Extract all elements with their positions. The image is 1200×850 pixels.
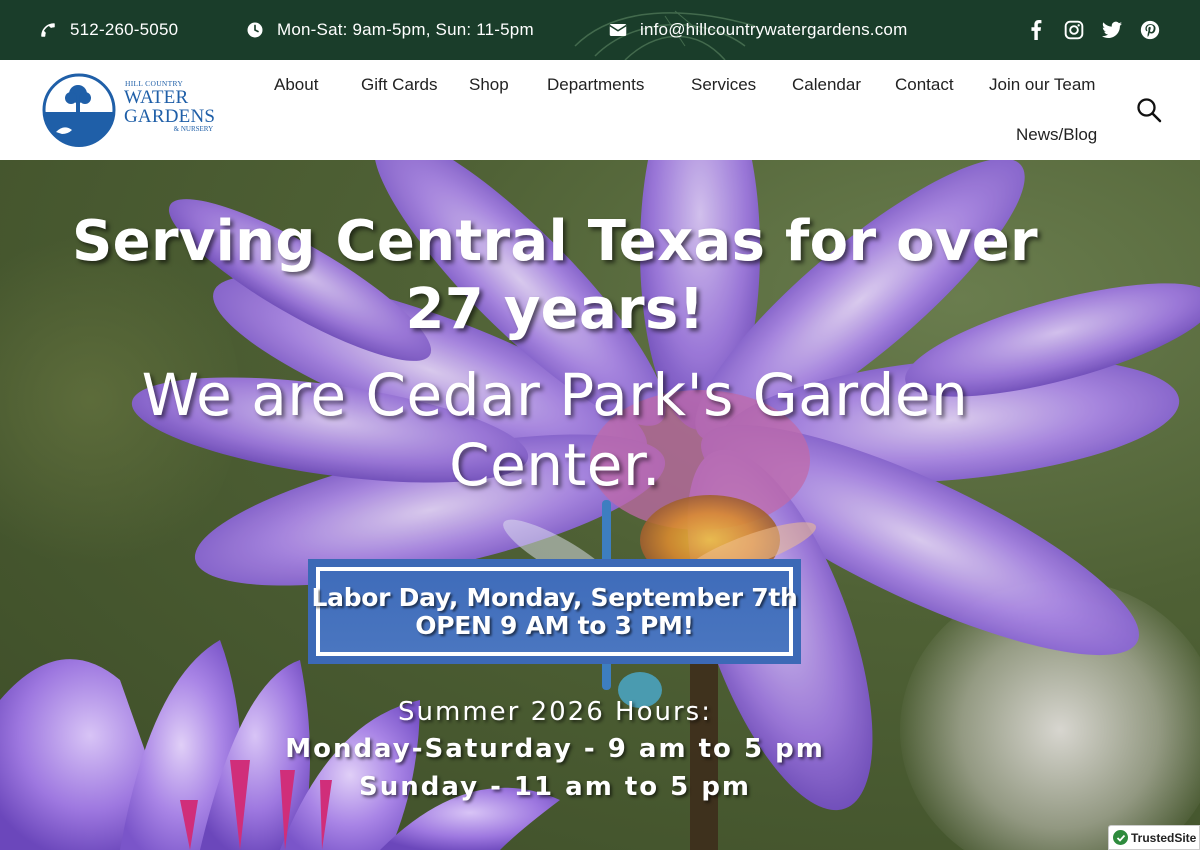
envelope-icon bbox=[608, 20, 628, 40]
top-contact-bar: 512-260-5050 Mon-Sat: 9am-5pm, Sun: 11-5… bbox=[0, 0, 1200, 60]
phone-link[interactable]: 512-260-5050 bbox=[38, 0, 178, 60]
site-header: HILL COUNTRY WATER GARDENS & NURSERY Abo… bbox=[0, 60, 1200, 160]
instagram-icon[interactable] bbox=[1064, 20, 1084, 40]
hero-section: Serving Central Texas for over 27 years!… bbox=[0, 160, 1200, 850]
holiday-hours-banner-frame: Labor Day, Monday, September 7th OPEN 9 … bbox=[312, 567, 798, 656]
social-links bbox=[1026, 0, 1160, 60]
nav-item-departments[interactable]: Departments bbox=[547, 75, 644, 95]
clock-icon bbox=[245, 20, 265, 40]
main-nav: About Gift Cards Shop Departments Servic… bbox=[0, 60, 1200, 160]
phone-icon bbox=[38, 20, 58, 40]
store-hours: Mon-Sat: 9am-5pm, Sun: 11-5pm bbox=[245, 0, 534, 60]
facebook-icon[interactable] bbox=[1026, 20, 1046, 40]
trusted-site-label: TrustedSite bbox=[1131, 830, 1197, 845]
trusted-site-badge[interactable]: TrustedSite bbox=[1108, 825, 1200, 850]
checkmark-icon bbox=[1113, 830, 1128, 845]
hours-text: Mon-Sat: 9am-5pm, Sun: 11-5pm bbox=[277, 20, 534, 39]
sunday-hours: Sunday - 11 am to 5 pm bbox=[358, 772, 752, 802]
seasonal-hours: Summer 2026 Hours: Monday-Saturday - 9 a… bbox=[250, 694, 860, 806]
nav-item-services[interactable]: Services bbox=[691, 75, 756, 95]
nav-item-contact[interactable]: Contact bbox=[895, 75, 954, 95]
twitter-icon[interactable] bbox=[1102, 20, 1122, 40]
nav-item-about[interactable]: About bbox=[274, 75, 318, 95]
holiday-open-text: OPEN 9 AM to 3 PM! bbox=[415, 610, 694, 640]
weekday-hours: Monday-Saturday - 9 am to 5 pm bbox=[285, 734, 825, 764]
seasonal-hours-title: Summer 2026 Hours: bbox=[398, 697, 712, 727]
email-link[interactable]: info@hillcountrywatergardens.com bbox=[608, 0, 907, 60]
nav-item-join-our-team[interactable]: Join our Team bbox=[989, 75, 1095, 95]
nav-item-gift-cards[interactable]: Gift Cards bbox=[361, 75, 438, 95]
hero-subheadline: We are Cedar Park's Garden Center. bbox=[141, 361, 969, 499]
search-button[interactable] bbox=[1136, 97, 1162, 123]
nav-item-shop[interactable]: Shop bbox=[469, 75, 509, 95]
nav-item-calendar[interactable]: Calendar bbox=[792, 75, 861, 95]
search-icon bbox=[1137, 98, 1162, 123]
hero-headline: Serving Central Texas for over 27 years! bbox=[72, 209, 1038, 342]
holiday-date-text: Labor Day, Monday, September 7th bbox=[311, 582, 798, 612]
holiday-hours-banner: Labor Day, Monday, September 7th OPEN 9 … bbox=[308, 559, 801, 664]
nav-item-news-blog[interactable]: News/Blog bbox=[1016, 125, 1097, 145]
email-address: info@hillcountrywatergardens.com bbox=[640, 20, 908, 39]
phone-number: 512-260-5050 bbox=[70, 20, 179, 39]
pinterest-icon[interactable] bbox=[1140, 20, 1160, 40]
